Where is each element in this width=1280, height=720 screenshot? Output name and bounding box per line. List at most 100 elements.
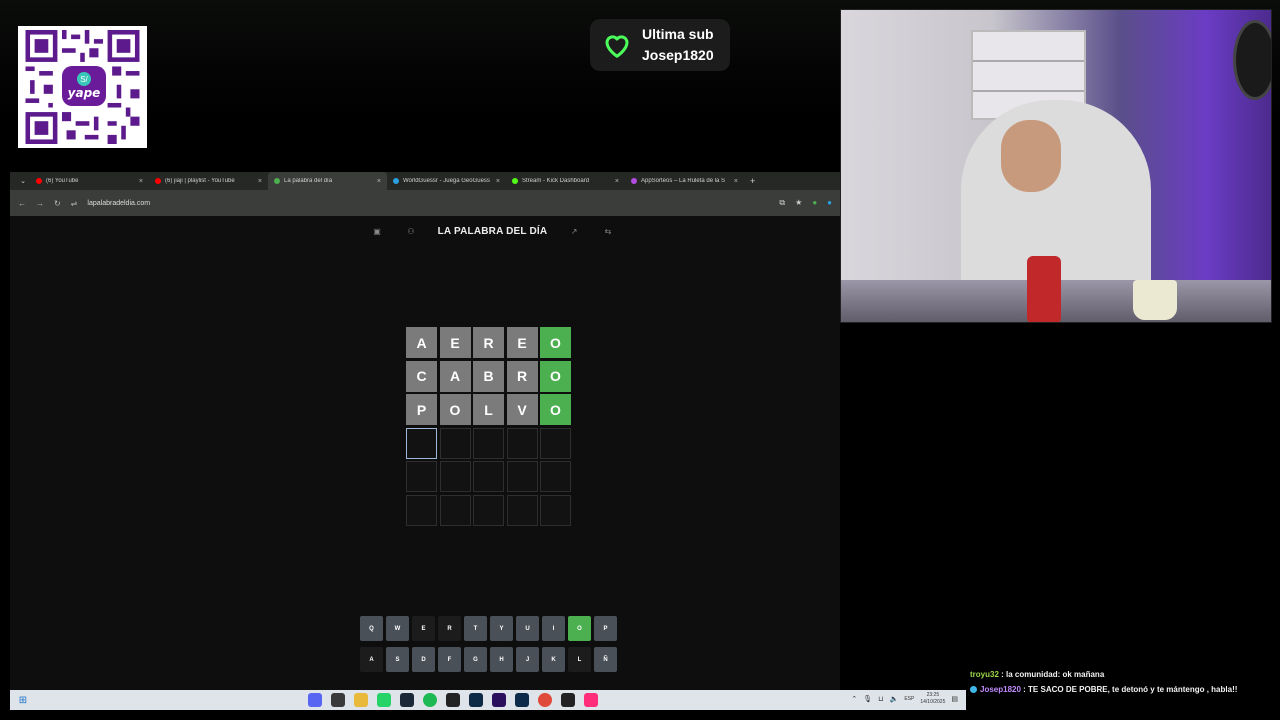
letter-tile: A (406, 327, 437, 358)
webcam-dartboard (1233, 20, 1271, 100)
tab-close-icon[interactable]: × (377, 178, 381, 185)
volume-icon[interactable]: 🔈 (890, 695, 899, 703)
tray-chevron-icon[interactable]: ⌃ (851, 695, 857, 703)
spotify-icon[interactable] (423, 693, 437, 707)
tab-search-icon[interactable]: ⌄ (16, 177, 30, 185)
browser-tab[interactable]: (6) YouTube × (30, 172, 149, 190)
key[interactable]: D (412, 647, 435, 672)
tab-favicon-icon (274, 178, 280, 184)
file-explorer-icon[interactable] (354, 693, 368, 707)
browser-tab[interactable]: AppSorteos – La Ruleta de la S × (625, 172, 744, 190)
yape-logo: S/ yape (62, 66, 106, 106)
tab-close-icon[interactable]: × (615, 178, 619, 185)
empty-tile (506, 494, 538, 526)
key[interactable]: L (568, 647, 591, 672)
app-dark-icon[interactable] (446, 693, 460, 707)
tab-list: (6) YouTube × (6) jiaji | playlist - YouTu… (30, 172, 744, 190)
windows-taskbar: ⊞ ⌃ 🎙 ⊔ 🔈 ESP 23:25 14/10/2025 ▤ (10, 690, 966, 710)
reload-icon[interactable]: ↻ (54, 199, 61, 208)
key[interactable]: P (594, 616, 617, 641)
key[interactable]: W (386, 616, 409, 641)
steam-icon[interactable] (400, 693, 414, 707)
back-arrow-icon[interactable]: ← (18, 199, 26, 208)
new-tab-button[interactable]: + (750, 176, 755, 186)
lightroom-icon[interactable] (469, 693, 483, 707)
key[interactable]: F (438, 647, 461, 672)
user-icon[interactable]: ⚇ (404, 227, 418, 236)
browser-tab[interactable]: Stream - Kick Dashboard × (506, 172, 625, 190)
stats-icon[interactable]: ↗ (567, 227, 581, 236)
letter-tile: R (506, 360, 538, 392)
empty-tile (439, 427, 471, 459)
key[interactable]: K (542, 647, 565, 672)
tab-title: AppSorteos – La Ruleta de la S (641, 178, 726, 184)
chat-text: : la comunidad: ok mañana (1001, 670, 1105, 679)
whatsapp-icon[interactable] (377, 693, 391, 707)
network-icon[interactable]: ⊔ (878, 695, 883, 703)
premiere-icon[interactable] (492, 693, 506, 707)
last-sub-alert: Ultima sub Josep1820 (590, 19, 730, 71)
key[interactable]: Y (490, 616, 513, 641)
tab-close-icon[interactable]: × (496, 178, 500, 185)
game-header: ▣ ⚇ LA PALABRA DEL DÍA ↗ ⇆ (370, 220, 615, 242)
empty-tile (473, 427, 504, 459)
letter-tile: O (540, 360, 571, 392)
address-bar: ← → ↻ ⇌ lapalabradeldia.com ⧉ ★ ● ● (10, 190, 840, 216)
tab-title: (6) jiaji | playlist - YouTube (165, 178, 235, 184)
key[interactable]: R (438, 616, 461, 641)
microphone-icon[interactable]: 🎙 (863, 695, 872, 703)
install-app-icon[interactable]: ⧉ (779, 198, 785, 208)
game-title: LA PALABRA DEL DÍA (437, 225, 548, 237)
chrome-icon[interactable] (538, 693, 552, 707)
key[interactable]: O (568, 616, 591, 641)
tiktok-icon[interactable] (584, 693, 598, 707)
obs-icon[interactable] (331, 693, 345, 707)
tab-close-icon[interactable]: × (258, 178, 262, 185)
bookmark-star-icon[interactable]: ★ (795, 198, 802, 208)
browser-tab[interactable]: (6) jiaji | playlist - YouTube × (149, 172, 268, 190)
key[interactable]: I (542, 616, 565, 641)
calendar-icon[interactable]: ▣ (370, 227, 384, 236)
guess-grid: AEREOCABROPOLVO (406, 327, 571, 526)
chat-message: troyu32 : la comunidad: ok mañana (970, 667, 1270, 682)
key[interactable]: H (490, 647, 513, 672)
tab-close-icon[interactable]: × (139, 178, 143, 185)
forward-arrow-icon[interactable]: → (36, 199, 44, 208)
chat-username: Josep1820 (980, 685, 1021, 694)
discord-icon[interactable] (308, 693, 322, 707)
key[interactable]: J (516, 647, 539, 672)
empty-tile (540, 461, 571, 492)
system-tray: ⌃ 🎙 ⊔ 🔈 ESP 23:25 14/10/2025 ▤ (851, 692, 958, 706)
key[interactable]: Ñ (594, 647, 617, 672)
site-info-icon[interactable]: ⇌ (71, 199, 78, 208)
letter-tile: O (439, 394, 471, 425)
tab-close-icon[interactable]: × (734, 178, 738, 185)
key[interactable]: T (464, 616, 487, 641)
app-red-icon[interactable] (561, 693, 575, 707)
empty-tile (473, 494, 504, 526)
key[interactable]: A (360, 647, 383, 672)
key[interactable]: S (386, 647, 409, 672)
key[interactable]: G (464, 647, 487, 672)
url-field[interactable]: lapalabradeldia.com (87, 200, 769, 207)
empty-tile (506, 427, 538, 459)
profile-icon[interactable]: ● (827, 198, 832, 208)
tab-favicon-icon (631, 178, 637, 184)
clock[interactable]: 23:25 14/10/2025 (920, 692, 945, 706)
letter-tile: O (540, 327, 571, 358)
notification-icon[interactable]: ▤ (951, 695, 958, 703)
photoshop-icon[interactable] (515, 693, 529, 707)
empty-tile (540, 427, 571, 459)
keyboard-row-1: QWERTYUIOP (360, 616, 617, 641)
chat-username: troyu32 (970, 670, 999, 679)
letter-tile: C (406, 360, 437, 392)
language-indicator[interactable]: ESP (904, 696, 914, 702)
key[interactable]: U (516, 616, 539, 641)
key[interactable]: E (412, 616, 435, 641)
browser-tab[interactable]: La palabra del día × (268, 172, 387, 190)
settings-icon[interactable]: ⇆ (601, 227, 615, 236)
key[interactable]: Q (360, 616, 383, 641)
extension-icon[interactable]: ● (812, 198, 817, 208)
browser-tab[interactable]: WorldGuessr - Juega GeoGuess × (387, 172, 506, 190)
windows-start-icon[interactable]: ⊞ (10, 695, 36, 706)
